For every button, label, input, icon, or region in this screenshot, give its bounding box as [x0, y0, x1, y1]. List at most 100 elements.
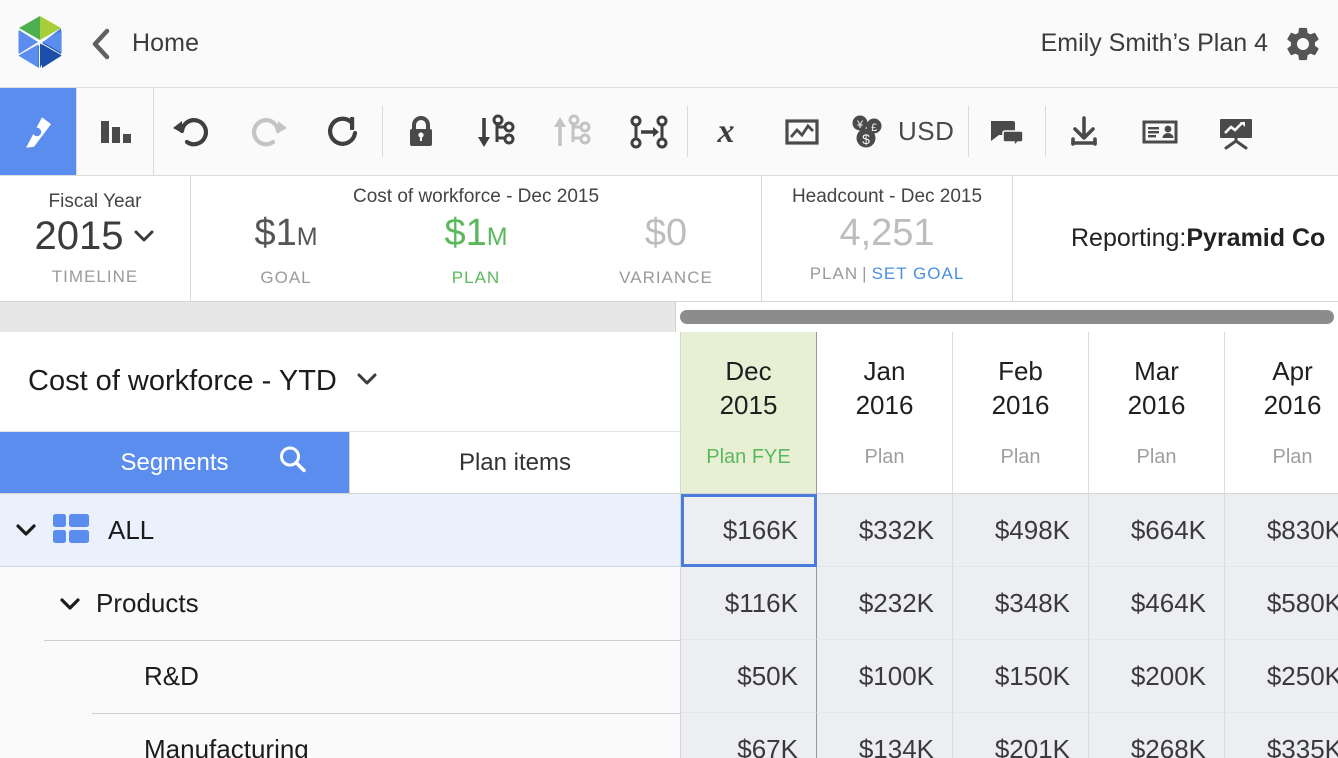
- cell-rd-mar2016[interactable]: $200K: [1089, 640, 1225, 713]
- search-glass-icon: [275, 442, 309, 476]
- compass-icon: [16, 110, 60, 154]
- segment-row-manufacturing[interactable]: Manufacturing: [0, 713, 681, 758]
- segment-row-all[interactable]: ALL: [0, 494, 681, 567]
- toolbar-bar-chart-button[interactable]: [77, 88, 153, 175]
- toolbar-transfer-button[interactable]: [611, 88, 687, 175]
- kpi-timeline-label: TIMELINE: [52, 267, 138, 287]
- kpi-plan-value: $1M: [444, 210, 507, 260]
- kpi-variance-value: $0: [645, 210, 687, 260]
- kpi-headcount-label: PLAN|SET GOAL: [810, 264, 965, 284]
- svg-text:x: x: [717, 113, 735, 150]
- column-subtitle: Plan: [1272, 446, 1312, 469]
- set-goal-link[interactable]: SET GOAL: [872, 264, 965, 283]
- cell-products-apr2016[interactable]: $580K: [1225, 567, 1338, 640]
- grid-title-dropdown[interactable]: [355, 371, 379, 392]
- cell-products-mar2016[interactable]: $464K: [1089, 567, 1225, 640]
- cell-rd-feb2016[interactable]: $150K: [953, 640, 1089, 713]
- comments-icon: [984, 109, 1030, 155]
- toolbar-refresh-button[interactable]: [306, 88, 382, 175]
- column-subtitle: Plan FYE: [706, 446, 790, 469]
- toolbar-presentation-button[interactable]: [1198, 88, 1274, 175]
- kpi-goal-value: $1M: [254, 210, 317, 260]
- cell-products-jan2016[interactable]: $232K: [817, 567, 953, 640]
- formula-x-icon: x: [703, 109, 749, 155]
- chevron-down-icon: [14, 522, 38, 538]
- fiscal-year-selector[interactable]: 2015: [35, 213, 156, 259]
- cell-all-feb2016[interactable]: $498K: [953, 494, 1089, 567]
- segment-row-products[interactable]: Products: [0, 567, 681, 640]
- currency-label: USD: [898, 116, 954, 147]
- tab-plan-items[interactable]: Plan items: [349, 432, 680, 494]
- column-header-feb-2016[interactable]: Feb 2016 Plan: [953, 332, 1089, 494]
- toolbar-download-button[interactable]: [1046, 88, 1122, 175]
- horizontal-scrollbar-thumb[interactable]: [680, 310, 1334, 324]
- contact-card-icon: [1137, 109, 1183, 155]
- cell-all-mar2016[interactable]: $664K: [1089, 494, 1225, 567]
- column-subtitle: Plan: [1000, 446, 1040, 469]
- cell-manufacturing-dec2015[interactable]: $67K: [681, 713, 817, 758]
- settings-button[interactable]: [1268, 24, 1338, 64]
- tab-segments-label: Segments: [120, 449, 228, 477]
- kpi-headcount-value: 4,251: [839, 210, 934, 256]
- cell-all-dec2015[interactable]: $166K: [681, 494, 817, 567]
- reporting-entity-name: Pyramid Co: [1186, 224, 1325, 253]
- pyramid-logo-icon: [8, 12, 72, 76]
- cell-products-dec2015[interactable]: $116K: [681, 567, 817, 640]
- cell-rd-jan2016[interactable]: $100K: [817, 640, 953, 713]
- segment-name-all: ALL: [108, 515, 154, 546]
- redo-icon: [245, 109, 291, 155]
- horizontal-scrollbar-track[interactable]: [676, 302, 1338, 332]
- segment-name-products: Products: [96, 588, 199, 619]
- cell-rd-dec2015[interactable]: $50K: [681, 640, 817, 713]
- toolbar-lock-button[interactable]: [383, 88, 459, 175]
- kpi-plan: $1M PLAN: [381, 210, 571, 301]
- grid-title-cell: Cost of workforce - YTD: [0, 332, 681, 432]
- segment-row-rd[interactable]: R&D: [0, 640, 681, 713]
- main-toolbar: x ¥ £ $ USD: [0, 88, 1338, 176]
- data-row-products: $116K $232K $348K $464K $580K: [681, 567, 1338, 640]
- cell-manufacturing-mar2016[interactable]: $268K: [1089, 713, 1225, 758]
- toolbar-currency-selector[interactable]: ¥ £ $ USD: [840, 88, 968, 175]
- cell-products-feb2016[interactable]: $348K: [953, 567, 1089, 640]
- page-title: Emily Smith’s Plan 4: [1041, 29, 1268, 58]
- cell-rd-apr2016[interactable]: $250K: [1225, 640, 1338, 713]
- toolbar-redo-button[interactable]: [230, 88, 306, 175]
- app-logo[interactable]: [0, 12, 80, 76]
- toolbar-push-down-button[interactable]: [459, 88, 535, 175]
- toolbar-trend-chart-button[interactable]: [764, 88, 840, 175]
- trend-chart-icon: [779, 109, 825, 155]
- row-divider: [44, 640, 680, 641]
- cell-manufacturing-feb2016[interactable]: $201K: [953, 713, 1089, 758]
- tab-segments[interactable]: Segments: [0, 432, 349, 494]
- toolbar-comments-button[interactable]: [969, 88, 1045, 175]
- toolbar-contact-card-button[interactable]: [1122, 88, 1198, 175]
- grid-scroll-strip: [0, 302, 1338, 332]
- column-header-apr-2016[interactable]: Apr 2016 Plan: [1225, 332, 1338, 494]
- segment-name-manufacturing: Manufacturing: [144, 734, 309, 758]
- cell-all-apr2016[interactable]: $830K: [1225, 494, 1338, 567]
- toolbar-undo-button[interactable]: [154, 88, 230, 175]
- toolbar-formula-button[interactable]: x: [688, 88, 764, 175]
- breadcrumb-home[interactable]: Home: [132, 29, 199, 58]
- row-twisty-all[interactable]: [0, 522, 52, 538]
- toolbar-push-up-button[interactable]: [535, 88, 611, 175]
- cell-manufacturing-jan2016[interactable]: $134K: [817, 713, 953, 758]
- cell-manufacturing-apr2016[interactable]: $335K: [1225, 713, 1338, 758]
- column-header-jan-2016[interactable]: Jan 2016 Plan: [817, 332, 953, 494]
- column-year: 2016: [992, 388, 1050, 422]
- cell-all-jan2016[interactable]: $332K: [817, 494, 953, 567]
- data-grid: Cost of workforce - YTD Segments: [0, 332, 1338, 758]
- column-header-dec-2015[interactable]: Dec 2015 Plan FYE: [681, 332, 817, 494]
- data-row-rd: $50K $100K $150K $200K $250K: [681, 640, 1338, 713]
- column-month: Feb: [998, 354, 1043, 388]
- back-button[interactable]: [80, 27, 120, 61]
- data-row-all: $166K $332K $498K $664K $830K: [681, 494, 1338, 567]
- toolbar-compass-button[interactable]: [0, 88, 76, 175]
- kpi-headcount-plan-text: PLAN: [810, 264, 858, 283]
- kpi-variance-label: VARIANCE: [619, 268, 713, 288]
- chevron-left-icon: [87, 27, 113, 61]
- row-twisty-products[interactable]: [44, 596, 96, 612]
- column-header-mar-2016[interactable]: Mar 2016 Plan: [1089, 332, 1225, 494]
- search-icon[interactable]: [275, 442, 309, 483]
- push-up-icon: [549, 110, 597, 154]
